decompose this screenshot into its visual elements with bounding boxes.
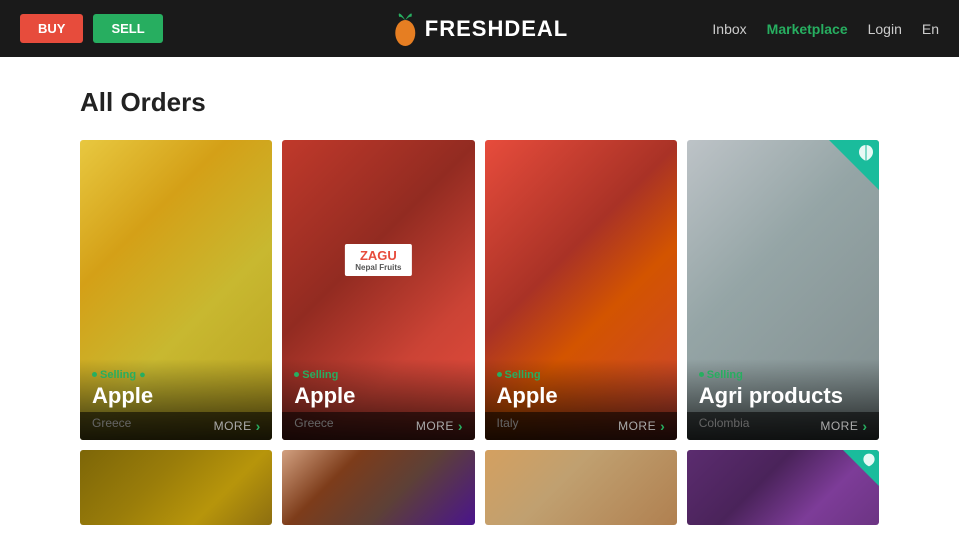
card-selling-label-1: Selling ● [92, 369, 260, 381]
header-nav: Inbox Marketplace Login En [712, 21, 939, 37]
card-more-arrow-2: › [458, 418, 463, 434]
buy-button[interactable]: BUY [20, 14, 83, 43]
card-more-text-1: MORE [214, 419, 252, 433]
header: BUY SELL FRESHDEAL Inbox Marketplace Log… [0, 0, 959, 57]
card-product-name-1: Apple [92, 384, 260, 408]
zagu-label: ZAGU Nepal Fruits [345, 244, 411, 276]
card-selling-label-3: Selling [497, 369, 665, 381]
order-card-3[interactable]: Selling Apple Italy MORE › [485, 140, 677, 440]
organic-badge-8 [843, 450, 879, 486]
logo[interactable]: FRESHDEAL [391, 11, 568, 47]
nav-marketplace[interactable]: Marketplace [767, 21, 848, 37]
card-more-arrow-3: › [660, 418, 665, 434]
card-more-arrow-1: › [256, 418, 261, 434]
orders-grid: Selling ● Apple Greece MORE › ZAGU Nepal… [80, 140, 879, 440]
card-selling-label-4: Selling [699, 369, 867, 381]
card-selling-label-2: Selling [294, 369, 462, 381]
card-product-name-4: Agri products [699, 384, 867, 408]
main-content: All Orders Selling ● Apple Greece MORE › [0, 57, 959, 545]
card-product-name-2: Apple [294, 384, 462, 408]
order-card-1[interactable]: Selling ● Apple Greece MORE › [80, 140, 272, 440]
card-more-text-4: MORE [820, 419, 858, 433]
card-more-bar-2[interactable]: MORE › [282, 412, 474, 440]
card-more-text-3: MORE [618, 419, 656, 433]
card-more-bar-4[interactable]: MORE › [687, 412, 879, 440]
card-more-bar-3[interactable]: MORE › [485, 412, 677, 440]
orders-grid-row2 [80, 450, 879, 525]
leaf-icon-8 [861, 452, 877, 468]
sell-button[interactable]: SELL [93, 14, 162, 43]
leaf-icon [856, 143, 876, 163]
header-left: BUY SELL [20, 14, 163, 43]
order-card-8[interactable] [687, 450, 879, 525]
page-title: All Orders [80, 87, 879, 118]
logo-icon [391, 11, 419, 47]
order-card-7[interactable] [485, 450, 677, 525]
card-more-text-2: MORE [416, 419, 454, 433]
selling-dot-3 [497, 372, 502, 377]
order-card-5[interactable] [80, 450, 272, 525]
organic-badge-4 [829, 140, 879, 190]
selling-dot-2 [294, 372, 299, 377]
card-product-name-3: Apple [497, 384, 665, 408]
order-card-4[interactable]: Selling Agri products Colombia MORE › [687, 140, 879, 440]
card-more-bar-1[interactable]: MORE › [80, 412, 272, 440]
logo-text: FRESHDEAL [425, 16, 568, 42]
order-card-6[interactable] [282, 450, 474, 525]
card-more-arrow-4: › [862, 418, 867, 434]
nav-login[interactable]: Login [868, 21, 902, 37]
selling-dot-1 [92, 372, 97, 377]
selling-dot-4 [699, 372, 704, 377]
nav-inbox[interactable]: Inbox [712, 21, 746, 37]
order-card-2[interactable]: ZAGU Nepal Fruits Selling Apple Greece M… [282, 140, 474, 440]
nav-language[interactable]: En [922, 21, 939, 37]
